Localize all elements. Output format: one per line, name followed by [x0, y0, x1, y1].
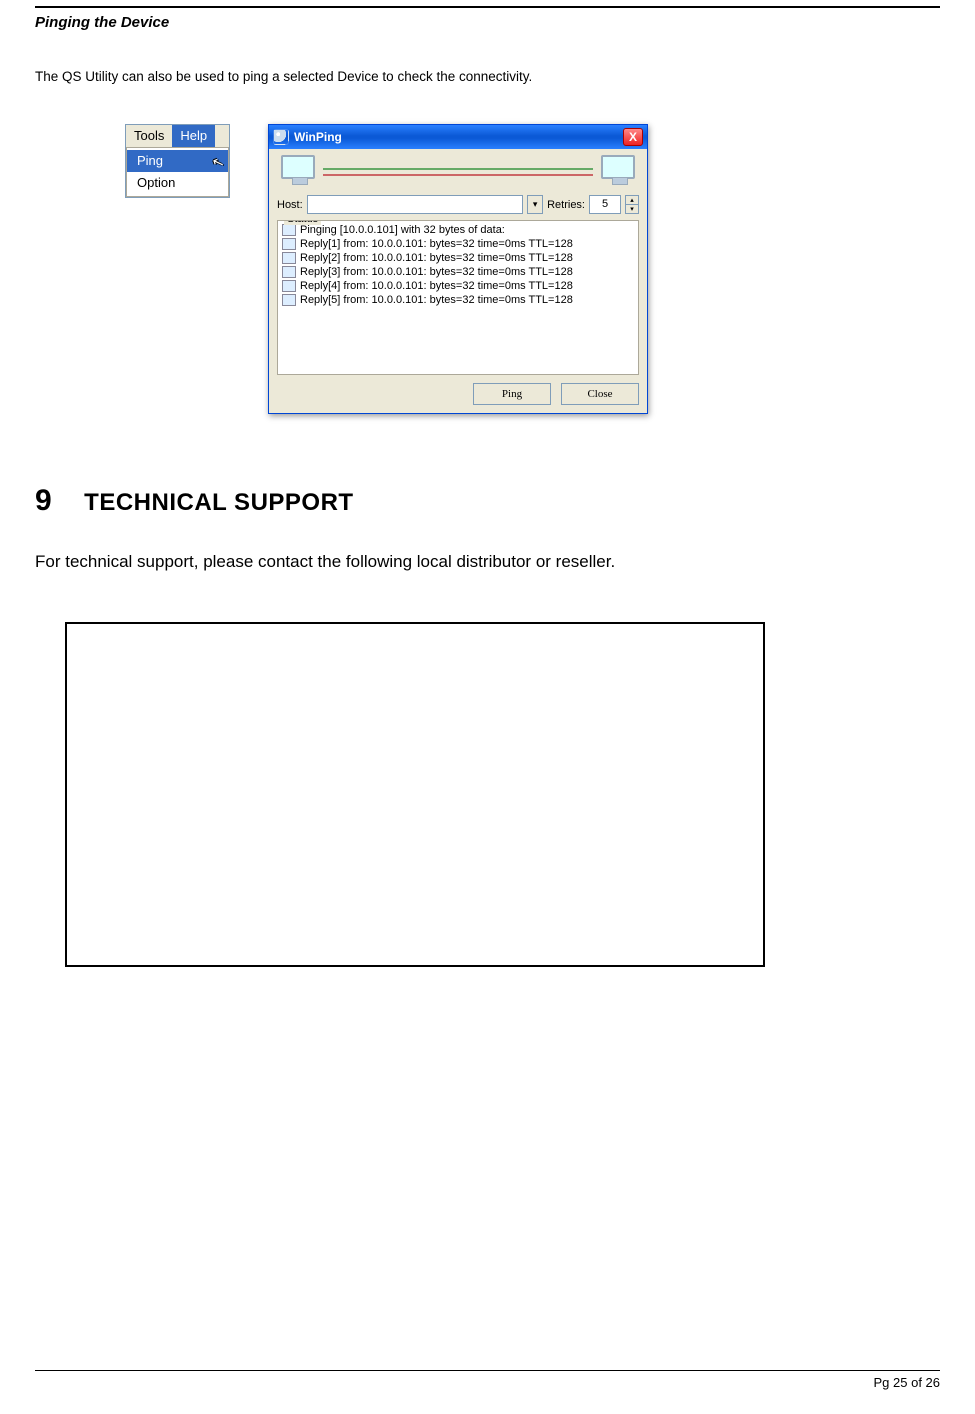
- app-icon: [273, 129, 289, 145]
- host-dropdown-button[interactable]: ▾: [527, 195, 543, 214]
- section-title-cap: S: [234, 489, 251, 516]
- status-line: Reply[3] from: 10.0.0.101: bytes=32 time…: [300, 266, 573, 278]
- find-icon: [282, 224, 296, 236]
- close-button[interactable]: X: [623, 128, 643, 146]
- titlebar: WinPing X: [269, 125, 647, 149]
- status-line: Reply[2] from: 10.0.0.101: bytes=32 time…: [300, 252, 573, 264]
- status-line: Reply[1] from: 10.0.0.101: bytes=32 time…: [300, 238, 573, 250]
- section-heading: 9 TECHNICAL SUPPORT: [35, 484, 940, 518]
- close-button[interactable]: Close: [561, 383, 639, 405]
- computer-icon: [597, 155, 639, 191]
- retries-input[interactable]: 5: [589, 195, 621, 214]
- status-line: Reply[4] from: 10.0.0.101: bytes=32 time…: [300, 280, 573, 292]
- menu-tab-help[interactable]: Help: [172, 125, 215, 147]
- page-footer: Pg 25 of 26: [35, 1370, 940, 1390]
- reply-icon: [282, 238, 296, 250]
- intro-paragraph: The QS Utility can also be used to ping …: [35, 69, 940, 84]
- winping-dialog: WinPing X Host: ▾ Retries: 5 ▴▾ Status P…: [268, 124, 648, 414]
- section-title-rest: ECHNICAL: [99, 489, 234, 516]
- status-legend: Status: [284, 220, 321, 225]
- reply-icon: [282, 280, 296, 292]
- section-body: For technical support, please contact th…: [35, 552, 940, 572]
- status-line: Pinging [10.0.0.101] with 32 bytes of da…: [300, 224, 505, 236]
- menu-item-label: Ping: [137, 153, 163, 168]
- computer-icon: [277, 155, 319, 191]
- menu-item-ping[interactable]: Ping ↖: [127, 150, 228, 172]
- section-title-cap: T: [84, 489, 99, 516]
- cursor-icon: ↖: [210, 152, 227, 173]
- menu-tab-tools[interactable]: Tools: [126, 125, 172, 147]
- reply-icon: [282, 252, 296, 264]
- reply-icon: [282, 266, 296, 278]
- ping-button[interactable]: Ping: [473, 383, 551, 405]
- transfer-arrows-icon: [323, 164, 593, 182]
- host-input[interactable]: [307, 195, 523, 214]
- status-group: Status Pinging [10.0.0.101] with 32 byte…: [277, 220, 639, 375]
- menu-item-option[interactable]: Option: [127, 172, 228, 194]
- retries-label: Retries:: [547, 199, 585, 211]
- status-line: Reply[5] from: 10.0.0.101: bytes=32 time…: [300, 294, 573, 306]
- distributor-box: [65, 622, 765, 967]
- reply-icon: [282, 294, 296, 306]
- dialog-title: WinPing: [294, 130, 623, 144]
- retries-spinner[interactable]: ▴▾: [625, 195, 639, 214]
- section-number: 9: [35, 484, 52, 517]
- tools-menu: Tools Help Ping ↖ Option: [125, 124, 230, 198]
- page-subheading: Pinging the Device: [35, 14, 940, 31]
- host-label: Host:: [277, 199, 303, 211]
- section-title-rest: UPPORT: [251, 489, 354, 516]
